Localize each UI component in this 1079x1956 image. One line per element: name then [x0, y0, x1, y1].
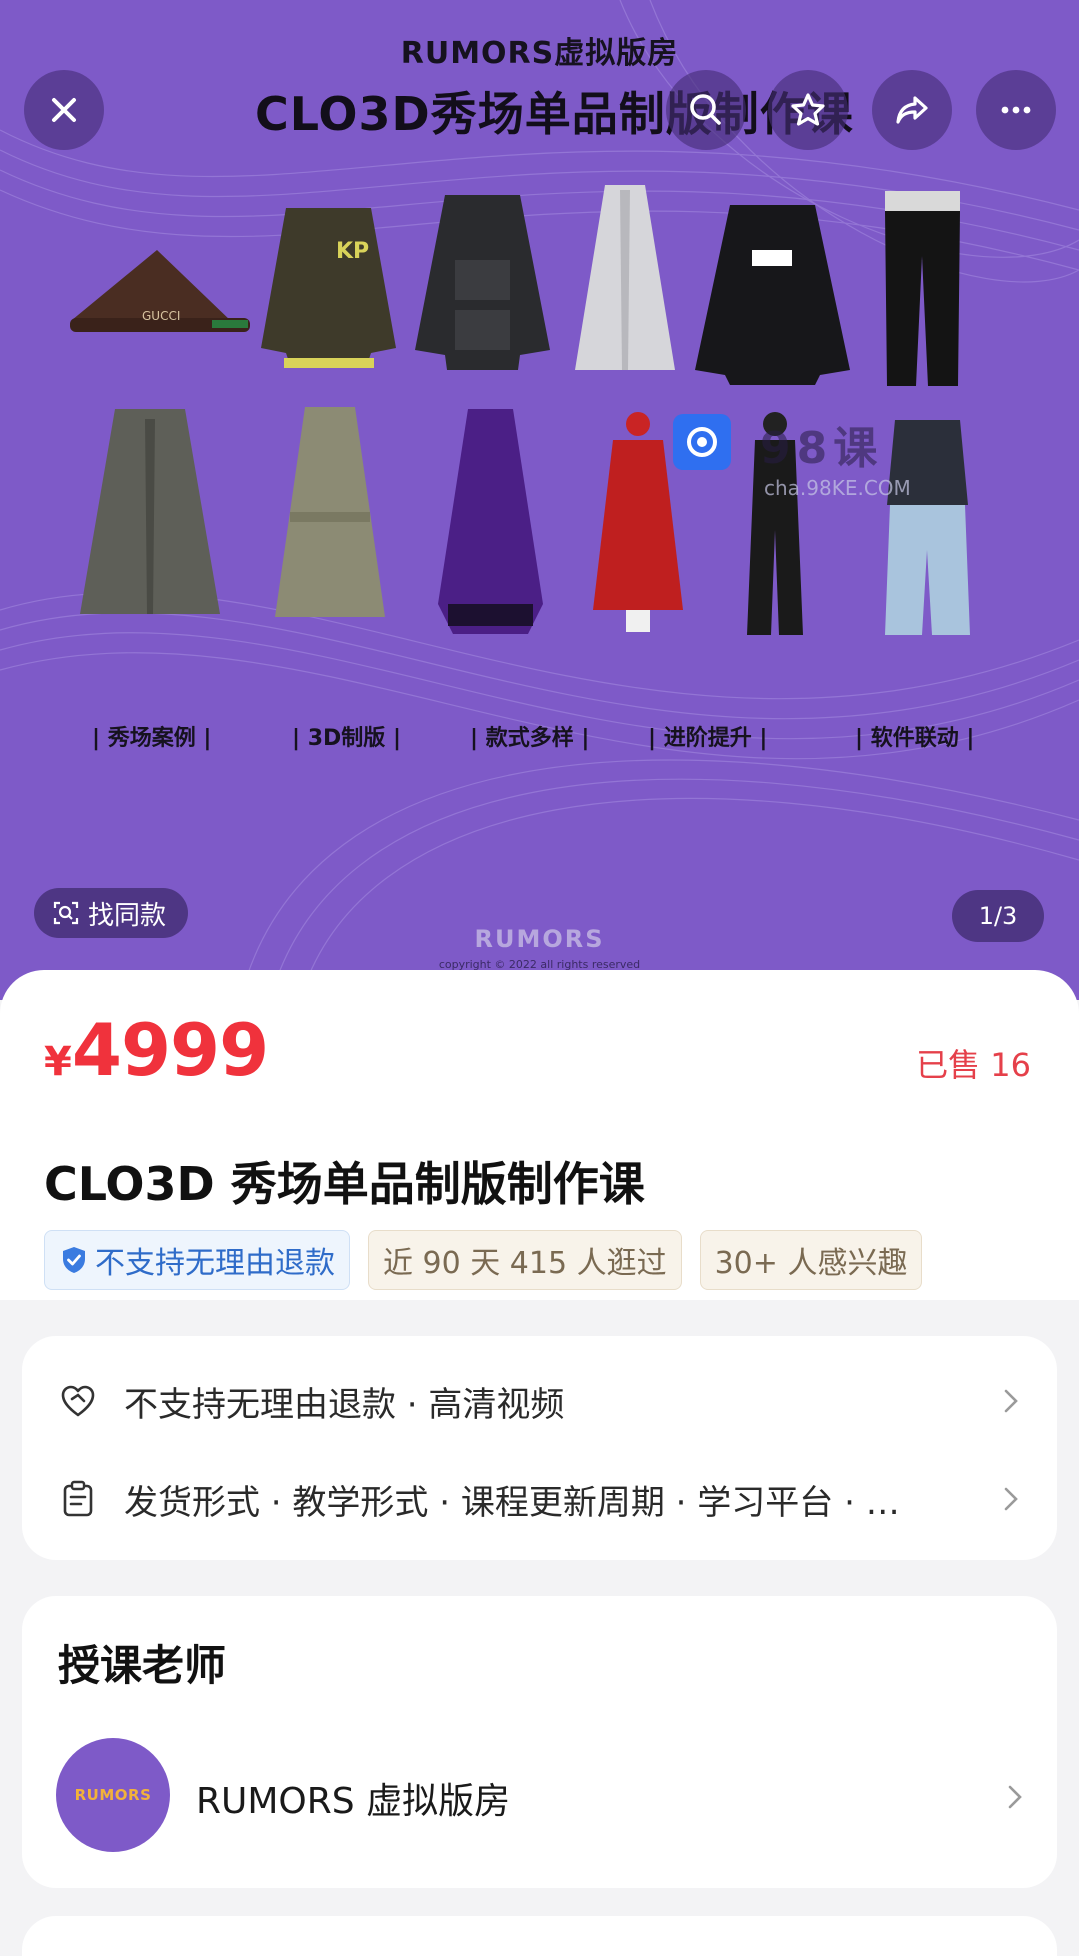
close-icon: [52, 98, 76, 122]
chevron-right-icon[interactable]: [1003, 1782, 1027, 1812]
product-image-carousel[interactable]: RUMORS虚拟版房 CLO3D秀场单品制版制作课 GUCCI KP 98课 c…: [0, 0, 1079, 1000]
heart-shield-icon: [61, 1385, 95, 1417]
price-value: 4999: [71, 1008, 269, 1092]
sold-count: 已售 16: [916, 1046, 1031, 1084]
chevron-right-icon: [1004, 1389, 1018, 1413]
badge-label: 不支持无理由退款: [95, 1246, 335, 1281]
find-same-button[interactable]: 找同款: [34, 888, 189, 938]
service-row[interactable]: 不支持无理由退款 · 高清视频: [58, 1366, 1023, 1436]
garment-olive-trench-image: [275, 407, 385, 617]
svg-text:GUCCI: GUCCI: [142, 309, 180, 323]
course-params-text: 发货形式 · 教学形式 · 课程更新周期 · 学习平台 · …: [124, 1482, 900, 1523]
garment-bag-image: GUCCI: [70, 250, 250, 332]
garment-denim-outfit-image: [885, 420, 970, 635]
course-params-row[interactable]: 发货形式 · 教学形式 · 课程更新周期 · 学习平台 · …: [58, 1464, 1023, 1534]
price: ¥4999: [44, 1008, 269, 1092]
hero-tag: | 款式多样 |: [470, 726, 590, 751]
refund-policy-badge[interactable]: 不支持无理由退款: [44, 1230, 350, 1290]
price-currency: ¥: [44, 1039, 72, 1085]
find-same-label: 找同款: [88, 900, 167, 931]
garment-purple-dress-image: [438, 409, 543, 634]
badge-row: 不支持无理由退款 近 90 天 415 人逛过 30+ 人感兴趣: [44, 1230, 923, 1290]
garment-tactical-jacket-image: [415, 195, 550, 370]
image-page-indicator: 1/3: [952, 890, 1044, 942]
teacher-card: 授课老师 RUMORS RUMORS 虚拟版房: [22, 1596, 1057, 1888]
hero-brand-line: RUMORS虚拟版房: [400, 36, 679, 71]
watermark-text: 98课: [760, 423, 884, 474]
share-button[interactable]: [872, 70, 952, 150]
star-icon: [791, 93, 825, 126]
garment-pants-image: [885, 191, 960, 386]
course-title: CLO3D 秀场单品制版制作课: [44, 1157, 645, 1211]
favorite-button[interactable]: [768, 70, 848, 150]
scan-search-icon: [53, 901, 79, 925]
badge-label: 近 90 天 415 人逛过: [383, 1246, 667, 1281]
next-card-edge: [22, 1916, 1057, 1956]
teacher-avatar[interactable]: RUMORS: [56, 1738, 170, 1852]
search-icon: [690, 94, 721, 125]
watermark-sub: cha.98KE.COM: [764, 476, 911, 500]
chevron-right-icon: [1004, 1487, 1018, 1511]
close-button[interactable]: [24, 70, 104, 150]
watermark-logo-icon: [673, 414, 731, 470]
teacher-heading: 授课老师: [58, 1641, 227, 1690]
garment-trench-white-image: [575, 185, 675, 370]
service-row-text: 不支持无理由退款 · 高清视频: [124, 1384, 565, 1425]
more-icon: [1001, 106, 1031, 114]
service-info-card: 不支持无理由退款 · 高清视频 发货形式 · 教学形式 · 课程更新周期 · 学…: [22, 1336, 1057, 1560]
shield-check-icon: [63, 1247, 85, 1273]
hero-title: CLO3D秀场单品制版制作课: [255, 87, 854, 141]
more-button[interactable]: [976, 70, 1056, 150]
hero-tag: | 进阶提升 |: [648, 726, 768, 751]
search-button[interactable]: [666, 70, 746, 150]
interested-badge: 30+ 人感兴趣: [699, 1230, 923, 1290]
garment-varsity-jacket-image: KP: [261, 208, 396, 368]
hero-tag: | 秀场案例 |: [92, 726, 212, 751]
teacher-name[interactable]: RUMORS 虚拟版房: [196, 1772, 510, 1824]
clipboard-icon: [63, 1480, 93, 1517]
hero-feature-tags: | 秀场案例 | | 3D制版 | | 款式多样 | | 进阶提升 | | 软件…: [0, 720, 1079, 760]
garment-grey-coat-image: [80, 409, 220, 614]
hero-tag: | 3D制版 |: [292, 726, 401, 751]
visitors-badge: 近 90 天 415 人逛过: [368, 1230, 682, 1290]
garment-moto-jacket-image: [695, 205, 850, 385]
badge-label: 30+ 人感兴趣: [714, 1246, 908, 1281]
hero-tag: | 软件联动 |: [855, 726, 975, 751]
share-icon: [896, 96, 928, 124]
svg-text:KP: KP: [336, 239, 369, 264]
